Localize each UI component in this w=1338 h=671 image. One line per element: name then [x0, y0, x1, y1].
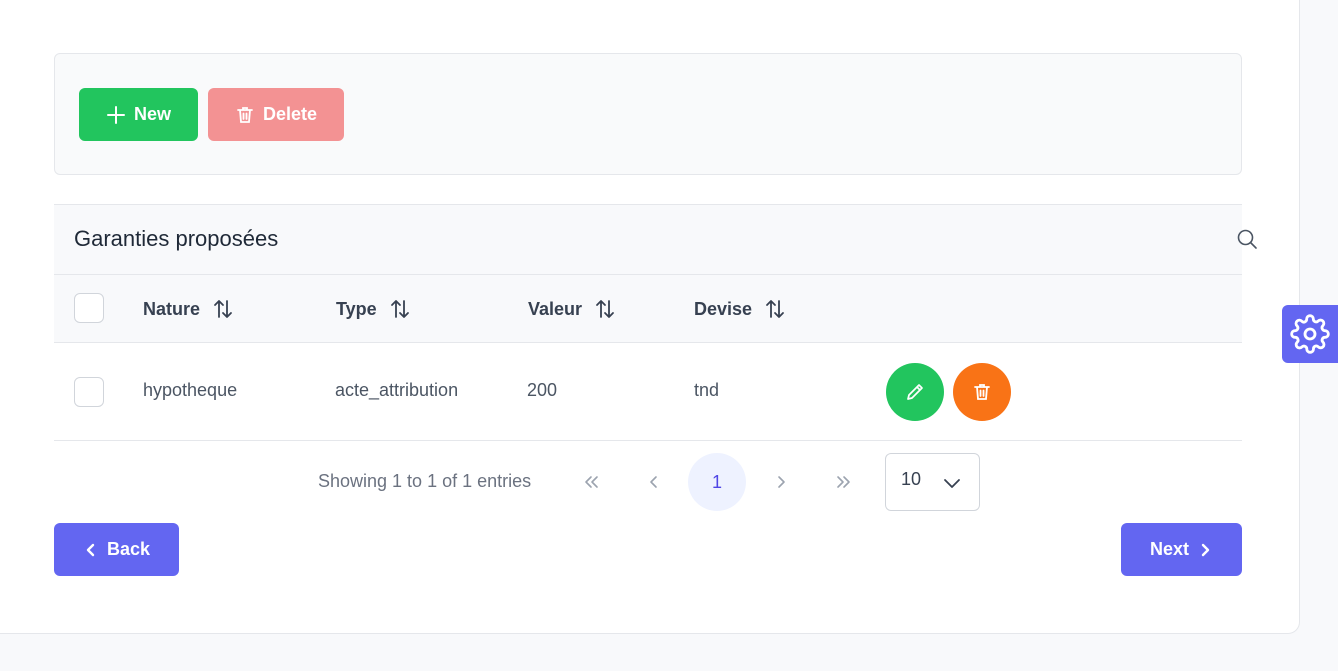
- trash-icon: [974, 384, 990, 400]
- column-devise[interactable]: Devise: [694, 298, 786, 320]
- back-button-label: Back: [106, 539, 151, 559]
- edit-row-button[interactable]: [886, 363, 944, 421]
- chevron-right-icon: [1201, 543, 1210, 556]
- column-nature[interactable]: Nature: [143, 298, 234, 320]
- row-checkbox[interactable]: [74, 377, 104, 407]
- pencil-icon: [907, 384, 923, 400]
- column-valeur-label: Valeur: [528, 298, 583, 319]
- delete-button-label: Delete: [262, 104, 318, 124]
- column-type[interactable]: Type: [336, 298, 411, 320]
- chevron-left-icon: [86, 543, 95, 556]
- first-page-button[interactable]: [575, 466, 607, 498]
- new-button-label: New: [133, 104, 171, 124]
- last-page-button[interactable]: [828, 466, 860, 498]
- next-button-label: Next: [1149, 539, 1189, 559]
- chevron-down-icon: [944, 479, 960, 488]
- cell-nature: hypotheque: [143, 380, 238, 400]
- delete-button[interactable]: Delete: [208, 88, 344, 141]
- chevron-right-icon: [778, 476, 785, 488]
- pagination-summary: Showing 1 to 1 of 1 entries: [318, 471, 532, 491]
- sort-icon: [766, 300, 784, 318]
- sort-icon: [214, 300, 232, 318]
- settings-tab[interactable]: [1282, 305, 1338, 363]
- sort-icon: [596, 300, 614, 318]
- gear-icon: [1290, 314, 1330, 354]
- search-icon[interactable]: [1236, 228, 1258, 250]
- chevrons-left-icon: [585, 476, 598, 488]
- back-button[interactable]: Back: [54, 523, 179, 576]
- rows-per-page-value: 10: [901, 469, 922, 489]
- delete-row-button[interactable]: [953, 363, 1011, 421]
- prev-page-button[interactable]: [638, 466, 670, 498]
- chevrons-right-icon: [837, 476, 850, 488]
- next-page-button[interactable]: [765, 466, 797, 498]
- select-all-checkbox[interactable]: [74, 293, 104, 323]
- plus-icon: [106, 105, 125, 124]
- cell-valeur: 200: [527, 380, 558, 400]
- next-button[interactable]: Next: [1121, 523, 1242, 576]
- sort-icon: [390, 300, 409, 318]
- chevron-left-icon: [650, 476, 657, 488]
- column-nature-label: Nature: [143, 298, 201, 319]
- column-valeur[interactable]: Valeur: [528, 298, 616, 320]
- cell-type: acte_attribution: [335, 380, 459, 400]
- new-button[interactable]: New: [79, 88, 198, 141]
- table-title: Garanties proposées: [74, 226, 279, 251]
- trash-icon: [237, 106, 253, 123]
- column-devise-label: Devise: [694, 298, 753, 319]
- cell-devise: tnd: [694, 380, 720, 400]
- page-button-current[interactable]: 1: [688, 453, 746, 511]
- rows-per-page-select[interactable]: 10: [885, 453, 980, 511]
- column-type-label: Type: [336, 298, 377, 319]
